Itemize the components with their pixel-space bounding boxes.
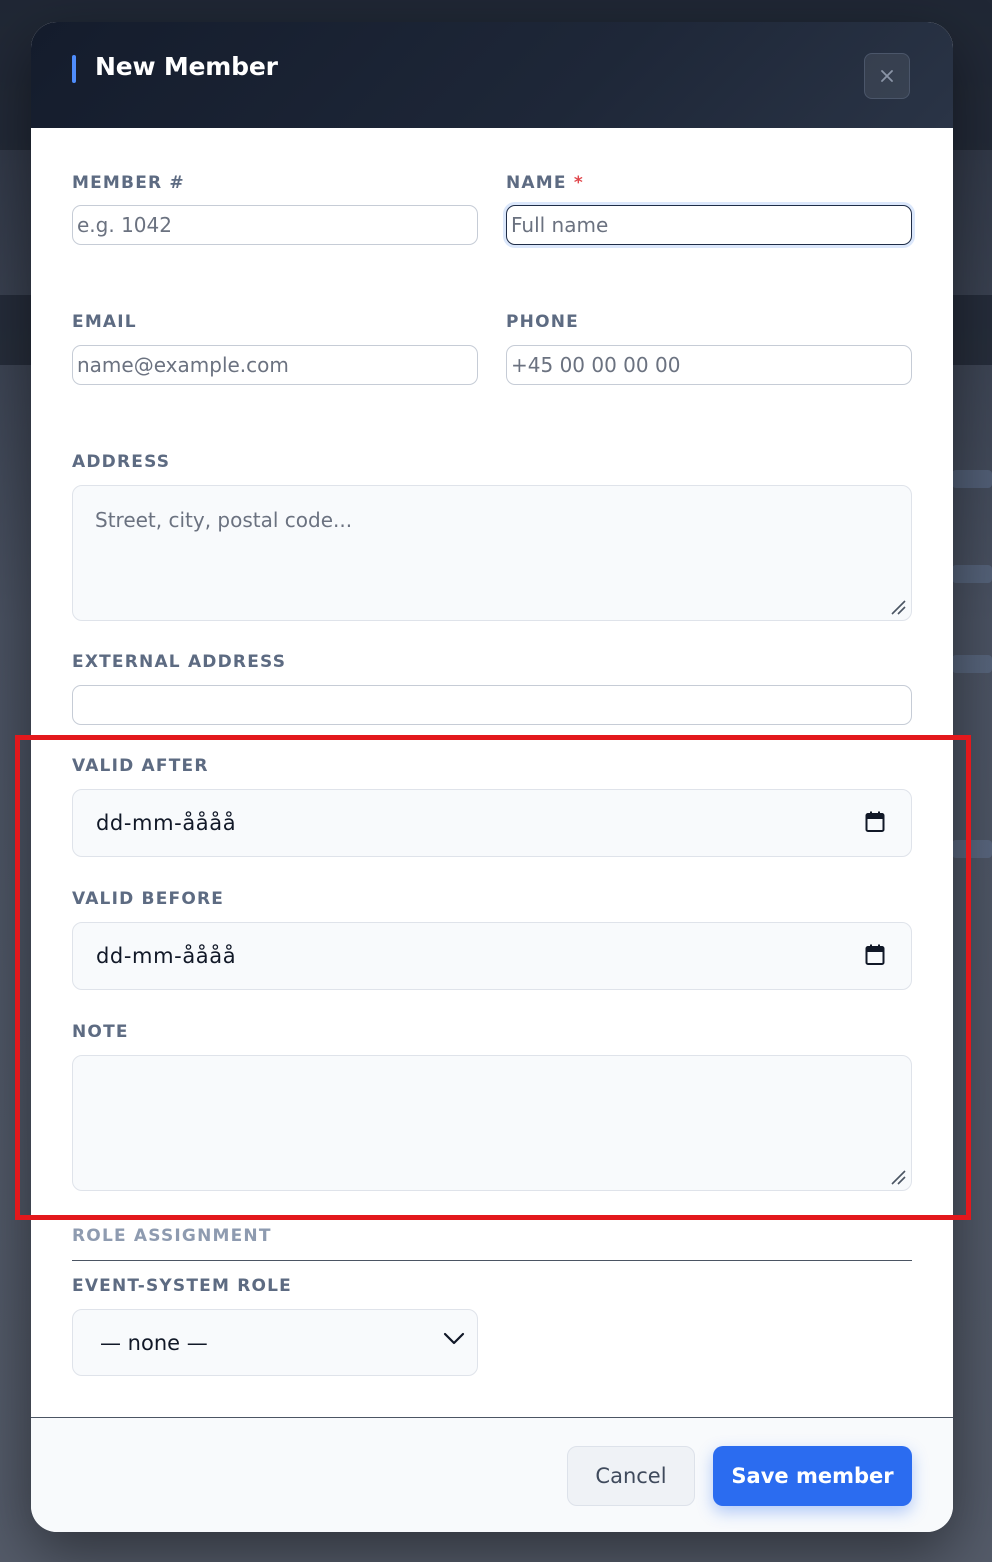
new-member-dialog: New Member MEMBER # NAME * EMAIL PHONE A… [31,22,953,1532]
valid-after-date-placeholder: dd-mm-åååå [96,811,237,835]
valid-before-label: VALID BEFORE [72,889,225,909]
background-badge [952,655,992,673]
email-input[interactable] [72,345,478,385]
background-badge [952,470,992,488]
phone-input[interactable] [506,345,912,385]
external-address-label: EXTERNAL ADDRESS [72,652,287,672]
event-system-role-label: EVENT-SYSTEM ROLE [72,1276,292,1296]
close-icon [881,70,893,82]
valid-before-date-input[interactable]: dd-mm-åååå [72,922,912,990]
address-label: ADDRESS [72,452,171,472]
section-divider [72,1260,912,1261]
resize-handle-icon[interactable] [889,1168,907,1186]
note-textarea[interactable] [72,1055,912,1191]
valid-before-date-placeholder: dd-mm-åååå [96,944,237,968]
name-label-text: NAME [506,173,567,193]
title-accent-bar [72,55,76,83]
event-system-role-selected: — none — [100,1331,208,1355]
calendar-icon[interactable] [865,811,885,833]
name-label: NAME * [506,173,584,193]
member-number-input[interactable] [72,205,478,245]
background-badge [952,840,992,858]
save-member-button[interactable]: Save member [713,1446,912,1506]
note-label: NOTE [72,1022,129,1042]
resize-handle-icon[interactable] [889,598,907,616]
calendar-icon[interactable] [865,944,885,966]
required-marker: * [573,173,584,193]
address-placeholder: Street, city, postal code... [95,508,353,532]
role-assignment-heading: ROLE ASSIGNMENT [72,1226,272,1246]
address-textarea[interactable]: Street, city, postal code... [72,485,912,621]
valid-after-label: VALID AFTER [72,756,209,776]
phone-label: PHONE [506,312,579,332]
member-number-label: MEMBER # [72,173,185,193]
dialog-title: New Member [95,52,278,81]
dialog-header: New Member [31,22,953,128]
event-system-role-select[interactable]: — none — [72,1309,478,1376]
dialog-footer: Cancel Save member [31,1417,953,1532]
name-input[interactable] [506,205,912,245]
email-label: EMAIL [72,312,137,332]
chevron-down-icon [443,1332,465,1345]
valid-after-date-input[interactable]: dd-mm-åååå [72,789,912,857]
external-address-input[interactable] [72,685,912,725]
cancel-button[interactable]: Cancel [567,1446,695,1506]
background-badge [952,565,992,583]
close-button[interactable] [864,53,910,99]
